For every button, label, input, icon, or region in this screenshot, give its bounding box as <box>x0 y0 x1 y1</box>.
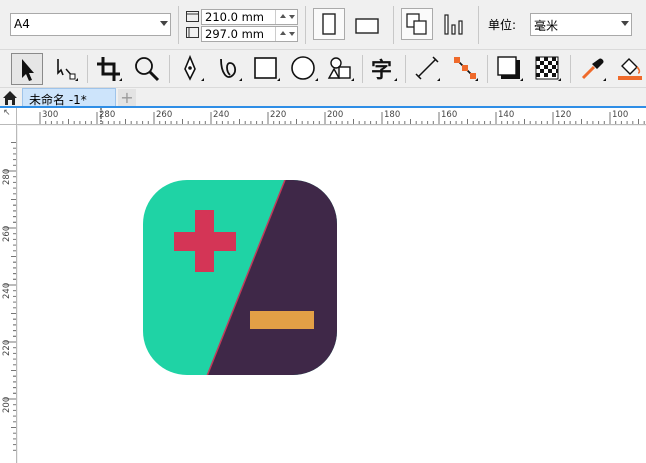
portrait-button[interactable] <box>313 8 345 40</box>
ruler-label: 200 <box>327 110 343 120</box>
all-pages-icon <box>406 13 427 35</box>
chevron-down-icon <box>621 21 629 26</box>
page-width-input[interactable]: 210.0 mm <box>201 9 298 25</box>
polygon-tool-icon <box>327 57 354 81</box>
zoom-tool[interactable] <box>131 53 163 85</box>
page-width-spinner[interactable] <box>275 10 297 24</box>
units-label: 单位: <box>488 18 517 32</box>
landscape-icon <box>355 18 379 34</box>
divider <box>405 55 406 83</box>
ruler-label: 220 <box>2 340 12 356</box>
page-width-value: 210.0 mm <box>205 10 264 24</box>
dimension-tool[interactable] <box>411 53 443 85</box>
page-width-icon <box>186 11 199 22</box>
ellipse-tool-icon <box>291 56 318 81</box>
rectangle-tool-icon <box>254 57 280 81</box>
minus-symbol <box>250 311 314 329</box>
ruler-origin-glyph: ↖ <box>3 108 11 118</box>
pen-tool-icon <box>184 54 204 81</box>
page-size-select[interactable]: A4 <box>10 13 171 36</box>
connector-tool-icon <box>454 57 478 81</box>
ruler-label: 300 <box>42 110 58 120</box>
page-height-spinner[interactable] <box>275 27 297 41</box>
transparency-tool[interactable] <box>532 53 564 85</box>
horizontal-ruler-ticks: 300 280 260 240 220 200 180 160 140 120 100 <box>39 108 645 124</box>
ellipse-tool[interactable] <box>289 53 321 85</box>
crop-tool[interactable] <box>93 53 125 85</box>
page-height-input[interactable]: 297.0 mm <box>201 26 298 42</box>
home-icon[interactable] <box>2 90 18 106</box>
portrait-icon <box>322 13 336 35</box>
connector-tool[interactable] <box>449 53 481 85</box>
landscape-button[interactable] <box>350 8 382 40</box>
divider <box>362 55 363 83</box>
eyedropper-tool[interactable] <box>577 53 609 85</box>
divider <box>178 6 179 44</box>
divider <box>487 55 488 83</box>
pen-tool[interactable] <box>175 53 207 85</box>
divider <box>570 55 571 83</box>
artistic-media-tool[interactable] <box>213 53 245 85</box>
svg-text:字: 字 <box>371 58 392 82</box>
toolbox: 字 <box>0 50 646 88</box>
app-window: A4 210.0 mm 297.0 mm 单位: 毫米 字 未命名 -1* + … <box>0 0 646 463</box>
ruler-label: 160 <box>441 110 457 120</box>
chevron-down-icon <box>160 21 168 26</box>
property-bar: A4 210.0 mm 297.0 mm 单位: 毫米 <box>0 0 646 50</box>
app-icon-artwork[interactable] <box>143 180 338 376</box>
drop-shadow-tool-icon <box>497 56 523 81</box>
divider <box>478 6 479 44</box>
transparency-tool-icon <box>535 56 561 81</box>
units-value: 毫米 <box>534 19 559 33</box>
pick-tool[interactable] <box>11 53 43 85</box>
vertical-ruler[interactable]: 280 260 240 220 200 <box>0 125 17 463</box>
ruler-label: 280 <box>2 169 12 185</box>
polygon-tool[interactable] <box>325 53 357 85</box>
horizontal-ruler[interactable]: 300 280 260 240 220 200 180 160 140 120 100 <box>17 108 646 125</box>
tab-label: 未命名 -1* <box>29 93 87 107</box>
ruler-label: 240 <box>213 110 229 120</box>
page-size-value: A4 <box>14 17 30 31</box>
ruler-label: 220 <box>270 110 286 120</box>
page-height-value: 297.0 mm <box>205 27 264 41</box>
new-tab-button[interactable]: + <box>118 89 136 107</box>
units-select[interactable]: 毫米 <box>530 13 632 36</box>
ruler-label: 260 <box>2 226 12 242</box>
rectangle-tool[interactable] <box>251 53 283 85</box>
crop-tool-icon <box>97 57 122 81</box>
fill-tool-icon <box>618 58 642 80</box>
document-tab-bar: 未命名 -1* + <box>0 88 646 108</box>
zoom-tool-icon <box>135 57 160 82</box>
ruler-label: 120 <box>555 110 571 120</box>
dimension-tool-icon <box>415 56 440 81</box>
current-page-button[interactable] <box>438 8 470 40</box>
shape-tool[interactable] <box>49 53 81 85</box>
page-height-icon <box>186 27 199 38</box>
text-tool[interactable]: 字 <box>368 53 400 85</box>
tab-document[interactable]: 未命名 -1* <box>22 88 116 108</box>
all-pages-button[interactable] <box>401 8 433 40</box>
drop-shadow-tool[interactable] <box>494 53 526 85</box>
bar-graph-icon <box>444 14 463 35</box>
ruler-label: 180 <box>384 110 400 120</box>
divider <box>87 55 88 83</box>
ruler-origin[interactable]: ↖ <box>0 108 17 125</box>
divider <box>305 6 306 44</box>
text-tool-icon: 字 <box>371 58 397 82</box>
divider <box>393 6 394 44</box>
ruler-label: 200 <box>2 397 12 413</box>
vertical-ruler-ticks: 280 260 240 220 200 <box>2 142 16 451</box>
fill-tool[interactable] <box>614 53 646 85</box>
shape-tool-icon <box>57 59 78 81</box>
divider <box>169 55 170 83</box>
pick-tool-icon <box>22 59 34 81</box>
artistic-media-icon <box>220 58 242 81</box>
ruler-label: 100 <box>612 110 628 120</box>
eyedropper-tool-icon <box>581 58 606 81</box>
ruler-label: 260 <box>156 110 172 120</box>
ruler-label: 140 <box>498 110 514 120</box>
ruler-label: 240 <box>2 283 12 299</box>
